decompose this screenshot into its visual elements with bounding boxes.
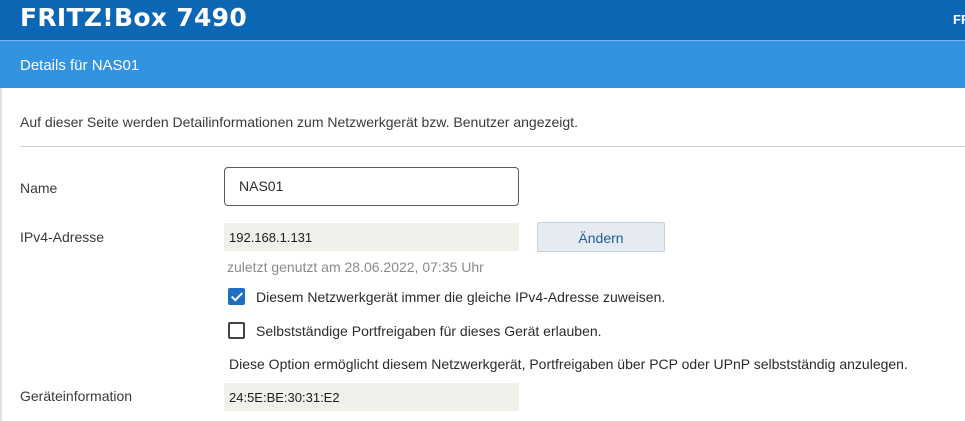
change-ip-button[interactable]: Ändern — [537, 222, 665, 252]
same-ip-label[interactable]: Diesem Netzwerkgerät immer die gleiche I… — [256, 289, 665, 305]
left-border — [0, 88, 2, 421]
page-title: Details für NAS01 — [20, 57, 140, 74]
name-input[interactable]: NAS01 — [224, 167, 519, 206]
same-ip-option[interactable]: Diesem Netzwerkgerät immer die gleiche I… — [228, 288, 665, 305]
ipv4-address-field: 192.168.1.131 — [224, 223, 519, 251]
top-header-bar: FRITZ!Box 7490 FRITZ! — [0, 0, 965, 40]
brand-title[interactable]: FRITZ!Box 7490 — [20, 3, 247, 32]
same-ip-checkbox[interactable] — [228, 288, 245, 305]
portfw-note: Diese Option ermöglicht diesem Netzwerkg… — [229, 356, 908, 372]
portfw-option[interactable]: Selbstständige Portfreigaben für dieses … — [228, 322, 602, 339]
device-info-label: Geräteinformation — [20, 388, 133, 404]
portfw-label[interactable]: Selbstständige Portfreigaben für dieses … — [256, 323, 602, 339]
section-divider — [20, 146, 965, 147]
name-label: Name — [20, 180, 58, 196]
header-right-text[interactable]: FRITZ! — [953, 12, 965, 27]
portfw-checkbox[interactable] — [228, 322, 245, 339]
device-info-field: 24:5E:BE:30:31:E2 — [224, 383, 519, 411]
page-subheader: Details für NAS01 — [0, 40, 965, 88]
ipv4-label: IPv4-Adresse — [20, 229, 105, 245]
intro-text: Auf dieser Seite werden Detailinformatio… — [20, 114, 578, 130]
last-used-text: zuletzt genutzt am 28.06.2022, 07:35 Uhr — [227, 259, 484, 275]
